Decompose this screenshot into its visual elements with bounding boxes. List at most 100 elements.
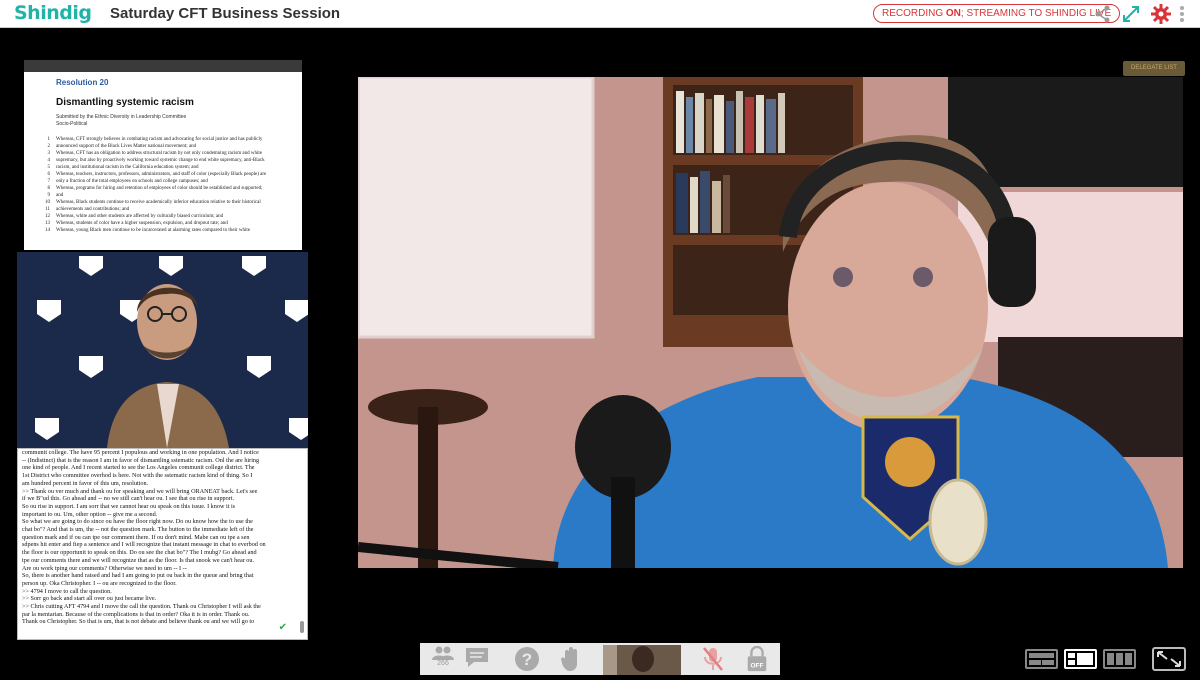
transcript-line: communit college. The have 95 percent I …	[22, 449, 259, 456]
transcript-line: So what we are going to do since ou have…	[22, 518, 253, 526]
layout-sidebar-button[interactable]	[1064, 649, 1097, 669]
line-number: 3	[47, 151, 51, 156]
raise-hand-button[interactable]	[556, 646, 586, 672]
line-number: 9	[47, 193, 51, 198]
line-text: Whereas, young Black men continue to be …	[56, 228, 250, 233]
transcript-line: if we B"ud this. Go ahead and -- no we s…	[22, 495, 235, 503]
transcript-line: -- (Indistinct) that is the reason I am …	[22, 456, 260, 464]
check-icon: ✔	[278, 622, 287, 633]
transcript-line: person up. Oka Christopher. I -- ou are …	[22, 579, 177, 587]
transcript-line: >> 4794 I move to call the question.	[22, 587, 112, 595]
line-number: 5	[47, 165, 51, 170]
resolution-line: 1 Whereas, CFT strongly believes in comba…	[38, 136, 292, 143]
mute-button[interactable]	[698, 646, 728, 672]
recording-status-badge: RECORDING ON; STREAMING TO SHINDIG LIVE	[873, 4, 1121, 23]
line-text: only a fraction of the total employees o…	[56, 179, 208, 184]
transcript-line: am hundred percent in favor of this um, …	[22, 479, 149, 487]
transcript-line: >> Chris cutting AFT 4794 and I move the…	[22, 603, 261, 611]
line-text: announced support of the Black Lives Mat…	[56, 144, 197, 149]
layout-sidebar-icon	[1068, 653, 1093, 665]
exit-fullscreen-button[interactable]	[1152, 647, 1186, 671]
line-text: and	[56, 193, 64, 198]
resolution-category: Socio-Political	[56, 121, 88, 127]
speaker-video-image	[17, 252, 308, 448]
resolution-line: 9 and	[38, 192, 292, 199]
line-number: 13	[45, 221, 50, 226]
participants-count: 266	[437, 660, 449, 667]
top-bar: Shindig Saturday CFT Business Session RE…	[0, 0, 1200, 28]
main-video-image	[358, 77, 1183, 568]
participants-button[interactable]: 266	[428, 646, 458, 672]
transcript-line: >> Thank ou ver much and thank ou for sp…	[22, 487, 258, 495]
resolution-submitted-by: Submitted by the Ethnic Diversity in Lea…	[56, 114, 187, 120]
help-button[interactable]: ?	[512, 646, 542, 672]
line-text: Whereas, programs for hiring and retenti…	[56, 186, 263, 191]
resolution-line: 11 achievements and contributions; and	[38, 206, 292, 213]
transcript-line: tpe our comments there and we will recog…	[22, 556, 255, 564]
line-number: 4	[47, 158, 51, 163]
shared-document-panel[interactable]: Resolution 20 Dismantling systemic racis…	[24, 60, 302, 250]
line-text: Whereas, white and other students are af…	[56, 214, 224, 219]
transcript-line: chat bo"? And that is um, the -- not the…	[22, 526, 254, 534]
fullscreen-toggle-icon	[1157, 651, 1181, 667]
transcript-line: sdpens hit enter and fiep a sentence and…	[22, 541, 266, 549]
layout-grid-button[interactable]	[1025, 649, 1058, 669]
layout-columns-icon	[1107, 653, 1132, 665]
line-number: 7	[47, 179, 51, 184]
control-tray: 266 ? OFF	[420, 643, 780, 675]
resolution-text: 1 Whereas, CFT strongly believes in comba…	[38, 136, 292, 234]
transcript-line: 1st District who committee overhod is he…	[22, 472, 253, 480]
more-icon[interactable]	[1176, 3, 1188, 25]
question-mark-icon: ?	[515, 647, 539, 671]
chat-icon	[466, 648, 488, 667]
line-number: 8	[47, 186, 51, 191]
speaker-video-tile[interactable]	[17, 252, 308, 448]
document-toolbar[interactable]	[24, 60, 302, 72]
delegate-list-button[interactable]: DELEGATE LIST	[1123, 61, 1185, 76]
transcript-scrollbar[interactable]	[300, 621, 304, 633]
self-view-thumbnail[interactable]	[603, 645, 681, 675]
live-transcript-panel[interactable]: communit college. The have 95 percent I …	[17, 448, 308, 640]
gear-icon[interactable]	[1150, 3, 1172, 25]
shindig-logo[interactable]: Shindig	[14, 2, 92, 24]
page-title: Saturday CFT Business Session	[110, 5, 341, 22]
line-text: Whereas, Black students continue to rece…	[56, 200, 261, 205]
resolution-line: 2 announced support of the Black Lives Ma…	[38, 143, 292, 150]
resolution-line: 6 Whereas, teachers, instructors, profess…	[38, 171, 292, 178]
line-number: 11	[45, 207, 50, 212]
expand-icon[interactable]	[1120, 3, 1142, 25]
transcript-line: important to ou. Um, other option -- giv…	[22, 510, 158, 518]
hand-icon	[561, 647, 577, 671]
self-view-image	[603, 645, 681, 675]
main-video-tile[interactable]	[358, 77, 1183, 568]
lock-icon: OFF	[747, 646, 767, 672]
share-icon[interactable]	[1092, 3, 1114, 25]
line-text: racism, and institutional racism in the …	[56, 165, 199, 170]
line-number: 2	[47, 144, 51, 149]
resolution-line: 14 Whereas, young Black men continue to b…	[38, 227, 292, 234]
transcript-line: the floor is our opportunit to speak on …	[22, 549, 257, 557]
line-text: Whereas, students of color have a higher…	[56, 221, 228, 226]
transcript-line: So ou rise in support. I am sorr that we…	[22, 502, 236, 510]
line-number: 12	[45, 214, 50, 219]
transcript-line: So, there is another hand raised and had…	[22, 572, 254, 580]
line-number: 10	[45, 200, 50, 205]
resolution-line: 5 racism, and institutional racism in the…	[38, 164, 292, 171]
transcript-text: communit college. The have 95 percent I …	[18, 449, 307, 626]
recording-on-label: ON	[945, 8, 961, 19]
resolution-line: 10 Whereas, Black students continue to re…	[38, 199, 292, 206]
layout-columns-button[interactable]	[1103, 649, 1136, 669]
resolution-line: 4 supremacy, but also by proactively work…	[38, 157, 292, 164]
transcript-line: Are ou work tping our comments? Otherwis…	[22, 564, 187, 572]
line-text: Whereas, CFT has an obligation to addres…	[56, 151, 262, 156]
transcript-line: question mark and if ou can tpe our comm…	[22, 533, 250, 541]
chat-button[interactable]	[462, 646, 492, 672]
transcript-line: one kind of people. And I recent started…	[22, 464, 255, 472]
resolution-title: Dismantling systemic racism	[56, 97, 194, 108]
lock-toggle-button[interactable]: OFF	[742, 646, 772, 672]
resolution-line: 13 Whereas, students of color have a high…	[38, 220, 292, 227]
layout-grid-icon	[1029, 653, 1054, 665]
resolution-line: 8 Whereas, programs for hiring and retent…	[38, 185, 292, 192]
line-text: Whereas, teachers, instructors, professo…	[56, 172, 267, 177]
line-text: supremacy, but also by proactively worki…	[56, 158, 265, 163]
